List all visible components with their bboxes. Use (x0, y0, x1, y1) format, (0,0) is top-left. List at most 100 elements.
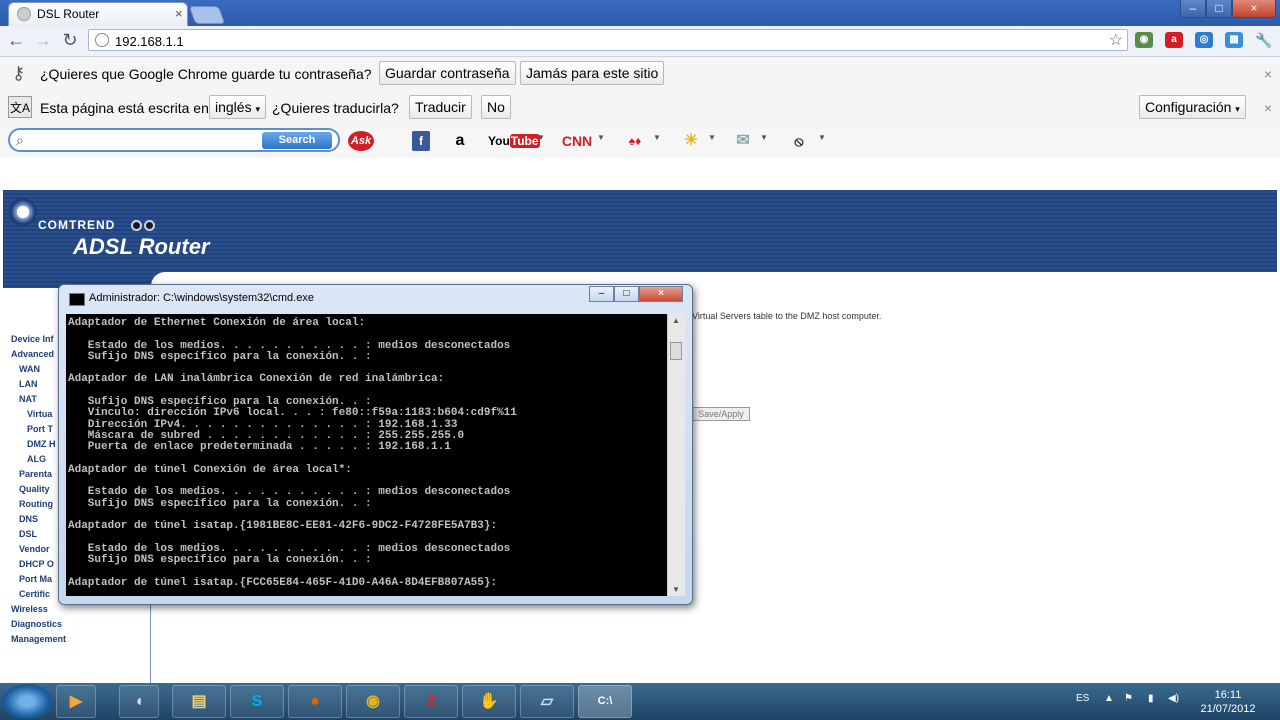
sidebar-item[interactable]: LAN (19, 379, 38, 389)
back-icon[interactable]: ← (5, 30, 27, 52)
extension-icon[interactable]: ◉ (1135, 32, 1153, 48)
notepad-icon[interactable]: ▱ (520, 685, 574, 718)
tray-arrow-icon[interactable]: ▲ (1104, 693, 1114, 704)
sidebar-item[interactable]: Management (11, 634, 66, 644)
cmd-minimize-button[interactable]: – (589, 286, 614, 302)
glove-icon[interactable]: ✋ (462, 685, 516, 718)
youtube-icon[interactable]: YouTube (488, 131, 540, 151)
sidebar-item[interactable]: ALG (27, 454, 46, 464)
clock[interactable]: 16:11 21/07/2012 (1192, 688, 1264, 716)
start-button[interactable] (2, 684, 52, 719)
sidebar-item[interactable]: Device Inf (11, 334, 54, 344)
cnn-icon[interactable]: CNN (559, 131, 595, 151)
sidebar-item[interactable]: NAT (19, 394, 37, 404)
ask-icon[interactable]: Ask (348, 131, 374, 151)
translate-button[interactable]: Traducir (409, 95, 472, 119)
chevron-down-icon[interactable]: ▼ (537, 133, 545, 142)
chevron-down-icon: ▾ (255, 104, 261, 114)
extension-icon[interactable]: ▦ (1225, 32, 1243, 48)
clock-date: 21/07/2012 (1200, 703, 1256, 715)
sidebar-item[interactable]: Certific (19, 589, 50, 599)
firefox-icon[interactable]: ● (288, 685, 342, 718)
games-icon[interactable]: ♠♦ (620, 131, 650, 151)
chevron-down-icon[interactable]: ▼ (760, 133, 768, 142)
scroll-up-icon[interactable]: ▲ (672, 316, 680, 325)
translate-prefix: Esta página está escrita en (40, 100, 209, 116)
page-description: Virtual Servers table to the DMZ host co… (692, 311, 882, 321)
language-indicator[interactable]: ES (1076, 693, 1089, 704)
forward-icon[interactable]: → (32, 30, 54, 52)
translate-question: ¿Quieres traducirla? (272, 100, 399, 116)
tab-close-icon[interactable]: × (175, 6, 183, 21)
language-select[interactable]: inglés ▾ (209, 95, 267, 119)
ask-extension-icon[interactable]: a (1165, 32, 1183, 48)
sidebar-item[interactable]: Parenta (19, 469, 52, 479)
sidebar-item[interactable]: Port Ma (19, 574, 52, 584)
reload-icon[interactable]: ↻ (59, 30, 81, 52)
weather-icon[interactable]: ☀ (678, 131, 704, 151)
network-icon[interactable]: ▮ (1148, 693, 1154, 704)
translate-settings-button[interactable]: Configuración ▾ (1139, 95, 1246, 119)
page-icon (17, 7, 31, 21)
translate-icon: 文A (8, 96, 32, 118)
chevron-down-icon[interactable]: ▼ (708, 133, 716, 142)
sidebar-item[interactable]: WAN (19, 364, 40, 374)
save-password-button[interactable]: Guardar contraseña (379, 61, 516, 85)
maximize-button[interactable]: □ (1206, 0, 1232, 18)
sidebar-item[interactable]: Quality (19, 484, 50, 494)
url-input[interactable] (113, 31, 1097, 51)
scroll-thumb[interactable] (670, 342, 682, 360)
ask-search-input[interactable] (36, 132, 260, 150)
cmd-window[interactable]: Administrador: C:\windows\system32\cmd.e… (58, 284, 693, 605)
cmd-maximize-button[interactable]: □ (614, 286, 639, 302)
no-translate-button[interactable]: No (481, 95, 511, 119)
sidebar-item[interactable]: DHCP O (19, 559, 54, 569)
chevron-down-icon[interactable]: ▼ (597, 133, 605, 142)
sidebar-item[interactable]: DNS (19, 514, 38, 524)
chrome-icon[interactable]: ◉ (346, 685, 400, 718)
sidebar-item[interactable]: Routing (19, 499, 53, 509)
sidebar-item[interactable]: Advanced (11, 349, 54, 359)
tab-title: DSL Router (37, 7, 100, 21)
close-window-button[interactable]: × (1232, 0, 1276, 18)
chevron-down-icon[interactable]: ▼ (653, 133, 661, 142)
never-save-button[interactable]: Jamás para este sitio (520, 61, 665, 85)
chevron-down-icon[interactable]: ▼ (818, 133, 826, 142)
sidebar-item[interactable]: Virtua (27, 409, 52, 419)
globe-icon (95, 33, 109, 47)
media-player-icon[interactable]: ▶ (56, 685, 96, 718)
wrench-menu-icon[interactable]: 🔧 (1255, 32, 1273, 48)
cmd-console[interactable]: Adaptador de Ethernet Conexión de área l… (66, 314, 667, 596)
save-apply-button[interactable]: Save/Apply (692, 407, 750, 421)
sidebar-item[interactable]: Wireless (11, 604, 48, 614)
cmd-taskbar-icon[interactable]: C:\ (578, 685, 632, 718)
minimize-button[interactable]: – (1180, 0, 1206, 18)
sidebar-item[interactable]: DSL (19, 529, 37, 539)
sidebar-item[interactable]: Diagnostics (11, 619, 62, 629)
winamp-icon[interactable]: ◖ (119, 685, 159, 718)
explorer-icon[interactable]: ▤ (172, 685, 226, 718)
skype-icon[interactable]: S (230, 685, 284, 718)
new-tab-button[interactable] (188, 6, 226, 24)
extension-icon[interactable]: ◎ (1195, 32, 1213, 48)
router-header: COMTREND ADSL Router (3, 190, 1277, 288)
mail-icon[interactable]: ✉ (730, 131, 756, 151)
sidebar-item[interactable]: DMZ H (27, 439, 56, 449)
scroll-down-icon[interactable]: ▼ (672, 585, 680, 594)
volume-icon[interactable]: ◀) (1168, 693, 1179, 704)
bookmark-star-icon[interactable]: ☆ (1109, 30, 1123, 50)
facebook-icon[interactable]: f (412, 131, 430, 151)
cmd-close-button[interactable]: × (639, 286, 683, 302)
browser-tab[interactable]: DSL Router × (8, 2, 188, 26)
cmd-scrollbar[interactable]: ▲ ▼ (667, 314, 685, 596)
sidebar-item[interactable]: Vendor (19, 544, 50, 554)
app-2-icon[interactable]: 2 (404, 685, 458, 718)
radio-icon[interactable]: ⦸ (784, 131, 814, 151)
close-icon[interactable]: × (1264, 66, 1272, 82)
address-bar[interactable]: ☆ (88, 29, 1128, 51)
ask-search-button[interactable]: Search (262, 132, 332, 149)
sidebar-item[interactable]: Port T (27, 424, 53, 434)
close-icon[interactable]: × (1264, 100, 1272, 116)
amazon-icon[interactable]: a (450, 131, 470, 151)
action-center-icon[interactable]: ⚑ (1124, 693, 1133, 704)
